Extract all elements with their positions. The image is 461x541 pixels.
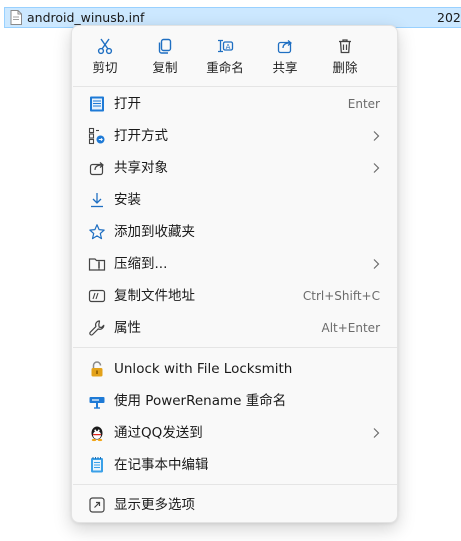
menu-item-qq-send[interactable]: 通过QQ发送到 bbox=[76, 418, 394, 448]
menu-item-label: 复制文件地址 bbox=[114, 288, 195, 304]
menu-divider bbox=[73, 347, 397, 348]
open-with-icon bbox=[88, 127, 105, 145]
chevron-right-icon bbox=[373, 428, 380, 438]
wrench-icon bbox=[89, 320, 105, 336]
menu-item-compress[interactable]: 压缩到... bbox=[76, 249, 394, 279]
menu-item-label: Unlock with File Locksmith bbox=[114, 361, 293, 377]
notepad-icon bbox=[91, 457, 103, 473]
svg-text:A: A bbox=[226, 43, 231, 51]
share-icon bbox=[89, 162, 104, 176]
copy-icon bbox=[158, 38, 172, 54]
menu-item-powerrename[interactable]: 使用 PowerRename 重命名 bbox=[76, 386, 394, 416]
menu-item-label: 共享对象 bbox=[114, 160, 168, 176]
context-toolbar: 剪切 复制 A 重命名 共享 删除 bbox=[72, 26, 397, 86]
menu-divider bbox=[73, 86, 397, 87]
menu-item-open-with[interactable]: 打开方式 bbox=[76, 121, 394, 151]
file-name: android_winusb.inf bbox=[27, 10, 145, 25]
menu-item-share-to[interactable]: 共享对象 bbox=[76, 153, 394, 183]
menu-item-file-locksmith[interactable]: Unlock with File Locksmith bbox=[76, 354, 394, 384]
copy-path-icon bbox=[88, 289, 106, 303]
menu-item-label: 通过QQ发送到 bbox=[114, 425, 203, 441]
menu-item-open[interactable]: 打开 Enter bbox=[76, 89, 394, 119]
menu-item-show-more-options[interactable]: 显示更多选项 bbox=[76, 490, 394, 520]
file-date: 2020 bbox=[437, 10, 461, 25]
menu-item-label: 压缩到... bbox=[114, 256, 168, 272]
archive-folder-icon bbox=[88, 258, 106, 271]
star-icon bbox=[89, 224, 105, 240]
powerrename-icon bbox=[89, 397, 105, 409]
menu-item-label: 打开 bbox=[114, 96, 141, 112]
rename-button[interactable]: A 重命名 bbox=[197, 35, 253, 81]
menu-item-properties[interactable]: 属性 Alt+Enter bbox=[76, 313, 394, 343]
share-label: 共享 bbox=[272, 60, 298, 75]
trash-icon bbox=[339, 39, 351, 54]
download-icon bbox=[91, 193, 103, 208]
menu-item-label: 安装 bbox=[114, 192, 141, 208]
menu-divider bbox=[73, 484, 397, 485]
lock-icon bbox=[91, 361, 103, 377]
qq-icon bbox=[91, 426, 103, 442]
file-icon bbox=[10, 10, 22, 25]
menu-item-label: 显示更多选项 bbox=[114, 497, 195, 513]
menu-item-label: 在记事本中编辑 bbox=[114, 457, 209, 473]
copy-label: 复制 bbox=[152, 60, 178, 75]
share-button[interactable]: 共享 bbox=[257, 35, 313, 81]
cut-label: 剪切 bbox=[92, 60, 118, 75]
delete-label: 删除 bbox=[332, 60, 358, 75]
menu-item-edit-notepad[interactable]: 在记事本中编辑 bbox=[76, 450, 394, 480]
shortcut-text: Alt+Enter bbox=[321, 321, 380, 335]
shortcut-text: Ctrl+Shift+C bbox=[302, 289, 380, 303]
scissors-icon bbox=[97, 38, 113, 55]
notepad-icon bbox=[90, 96, 104, 112]
rename-icon: A bbox=[218, 39, 234, 53]
chevron-right-icon bbox=[373, 163, 380, 173]
rename-label: 重命名 bbox=[206, 60, 244, 75]
delete-button[interactable]: 删除 bbox=[317, 35, 373, 81]
menu-item-label: 添加到收藏夹 bbox=[114, 224, 195, 240]
shortcut-text: Enter bbox=[347, 97, 380, 111]
share-icon bbox=[277, 40, 293, 54]
copy-button[interactable]: 复制 bbox=[137, 35, 193, 81]
menu-item-install[interactable]: 安装 bbox=[76, 185, 394, 215]
menu-item-copy-path[interactable]: 复制文件地址 Ctrl+Shift+C bbox=[76, 281, 394, 311]
chevron-right-icon bbox=[373, 259, 380, 269]
menu-item-label: 打开方式 bbox=[114, 128, 168, 144]
menu-item-label: 属性 bbox=[114, 320, 141, 336]
menu-item-add-favorites[interactable]: 添加到收藏夹 bbox=[76, 217, 394, 247]
chevron-right-icon bbox=[373, 131, 380, 141]
cut-button[interactable]: 剪切 bbox=[77, 35, 133, 81]
menu-item-label: 使用 PowerRename 重命名 bbox=[114, 393, 287, 409]
context-menu: 剪切 复制 A 重命名 共享 删除 打开 Enter 打开方式 共享对象 安装 … bbox=[71, 25, 398, 523]
open-external-icon bbox=[89, 497, 105, 513]
